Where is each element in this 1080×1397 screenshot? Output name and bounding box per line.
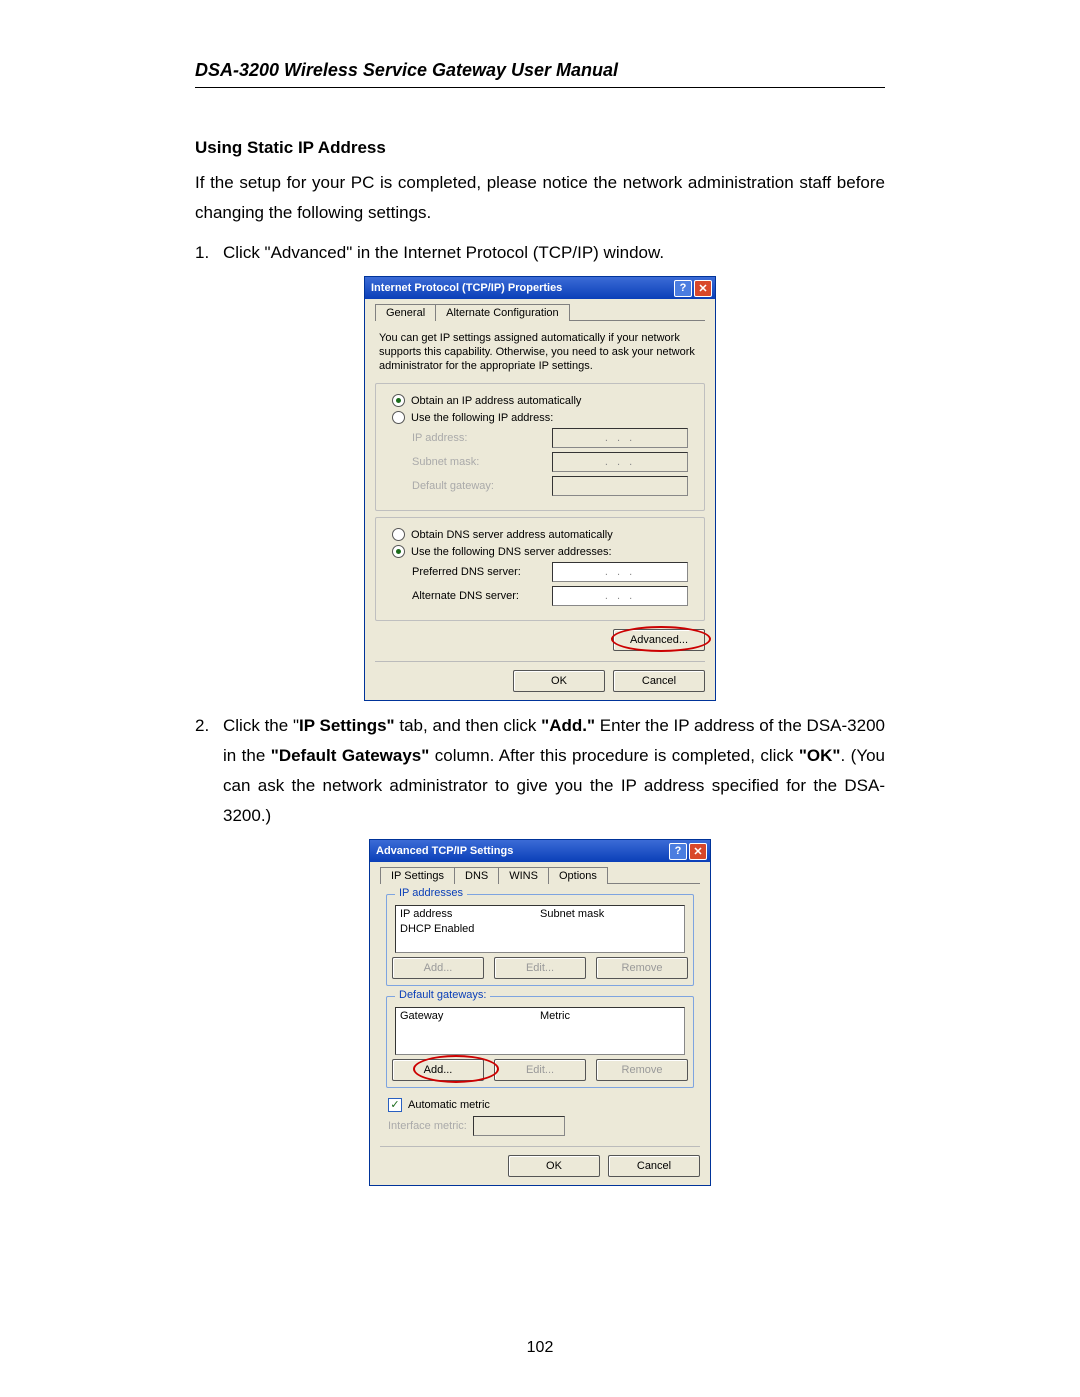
ip-address-label: IP address: (412, 432, 552, 444)
col-gateway: Gateway (400, 1010, 540, 1022)
dlg1-title: Internet Protocol (TCP/IP) Properties (371, 282, 562, 294)
ip-addresses-legend: IP addresses (395, 887, 467, 899)
col-metric: Metric (540, 1010, 680, 1022)
step-list: 1. Click "Advanced" in the Internet Prot… (195, 238, 885, 1186)
preferred-dns-field: Preferred DNS server: . . . (412, 562, 688, 582)
radio-use-following-dns-label: Use the following DNS server addresses: (411, 546, 612, 558)
radio-use-following-ip[interactable]: Use the following IP address: (392, 411, 688, 424)
ip-addresses-list-header: IP address Subnet mask (396, 906, 684, 922)
gateway-add-button[interactable]: Add... (392, 1059, 484, 1081)
step-1-text: Click "Advanced" in the Internet Protoco… (223, 238, 885, 268)
alternate-dns-label: Alternate DNS server: (412, 590, 552, 602)
default-gateway-label: Default gateway: (412, 480, 552, 492)
subnet-mask-input: . . . (552, 452, 688, 472)
default-gateways-group: Default gateways: Gateway Metric Add... … (386, 996, 694, 1088)
step-2-number: 2. (195, 711, 223, 831)
col-subnet-mask: Subnet mask (540, 908, 680, 920)
step-2-text-1: Click the " (223, 716, 299, 735)
close-icon[interactable]: ✕ (694, 280, 712, 297)
dlg1-tabs: General Alternate Configuration (375, 303, 705, 321)
dlg2-title-bar: Advanced TCP/IP Settings ? ✕ (370, 840, 710, 862)
radio-icon (392, 411, 405, 424)
default-gateways-list[interactable]: Gateway Metric (395, 1007, 685, 1055)
interface-metric-input (473, 1116, 565, 1136)
advanced-button[interactable]: Advanced... (613, 629, 705, 651)
tab-dns[interactable]: DNS (454, 867, 499, 884)
interface-metric-label: Interface metric: (388, 1120, 467, 1132)
step-2-bold-4: "OK" (799, 746, 841, 765)
automatic-metric-label: Automatic metric (408, 1099, 490, 1111)
page-header-title: DSA-3200 Wireless Service Gateway User M… (195, 60, 885, 81)
section-heading: Using Static IP Address (195, 138, 885, 158)
default-gateway-input (552, 476, 688, 496)
gateway-edit-button: Edit... (494, 1059, 586, 1081)
radio-icon-selected (392, 394, 405, 407)
tab-wins[interactable]: WINS (498, 867, 549, 884)
header-rule (195, 87, 885, 88)
step-2-bold-2: "Add." (541, 716, 595, 735)
radio-obtain-ip-auto[interactable]: Obtain an IP address automatically (392, 394, 688, 407)
ip-add-button: Add... (392, 957, 484, 979)
tab-alternate-configuration[interactable]: Alternate Configuration (435, 304, 570, 321)
cancel-button[interactable]: Cancel (608, 1155, 700, 1177)
automatic-metric-row[interactable]: ✓ Automatic metric (388, 1098, 692, 1112)
ip-edit-button: Edit... (494, 957, 586, 979)
dlg1-title-bar: Internet Protocol (TCP/IP) Properties ? … (365, 277, 715, 299)
radio-use-following-ip-label: Use the following IP address: (411, 412, 553, 424)
dlg1-help-text: You can get IP settings assigned automat… (379, 331, 701, 373)
interface-metric-row: Interface metric: (388, 1116, 692, 1136)
alternate-dns-field: Alternate DNS server: . . . (412, 586, 688, 606)
step-1-number: 1. (195, 238, 223, 268)
step-2: 2. Click the "IP Settings" tab, and then… (195, 711, 885, 831)
step-2-text: Click the "IP Settings" tab, and then cl… (223, 711, 885, 831)
radio-use-following-dns[interactable]: Use the following DNS server addresses: (392, 545, 688, 558)
preferred-dns-input[interactable]: . . . (552, 562, 688, 582)
step-2-bold-3: "Default Gateways" (271, 746, 430, 765)
radio-icon (392, 528, 405, 541)
step-2-bold-1: IP Settings" (299, 716, 395, 735)
ip-addresses-list[interactable]: IP address Subnet mask DHCP Enabled (395, 905, 685, 953)
close-icon[interactable]: ✕ (689, 843, 707, 860)
preferred-dns-label: Preferred DNS server: (412, 566, 552, 578)
ip-address-input: . . . (552, 428, 688, 448)
cancel-button[interactable]: Cancel (613, 670, 705, 692)
ip-remove-button: Remove (596, 957, 688, 979)
checkbox-icon-checked: ✓ (388, 1098, 402, 1112)
step-2-text-4: column. After this procedure is complete… (429, 746, 799, 765)
step-2-text-2: tab, and then click (395, 716, 542, 735)
tcpip-properties-dialog: Internet Protocol (TCP/IP) Properties ? … (364, 276, 716, 701)
ok-button[interactable]: OK (508, 1155, 600, 1177)
ip-address-field: IP address: . . . (412, 428, 688, 448)
dlg2-title: Advanced TCP/IP Settings (376, 845, 513, 857)
col-ip-address: IP address (400, 908, 540, 920)
default-gateways-legend: Default gateways: (395, 989, 490, 1001)
radio-obtain-ip-auto-label: Obtain an IP address automatically (411, 395, 581, 407)
tab-options[interactable]: Options (548, 867, 608, 884)
ok-button[interactable]: OK (513, 670, 605, 692)
document-page: DSA-3200 Wireless Service Gateway User M… (0, 0, 1080, 1397)
radio-obtain-dns-auto[interactable]: Obtain DNS server address automatically (392, 528, 688, 541)
radio-icon-selected (392, 545, 405, 558)
ip-addresses-row-dhcp: DHCP Enabled (396, 922, 684, 936)
intro-paragraph: If the setup for your PC is completed, p… (195, 168, 885, 228)
gateway-remove-button: Remove (596, 1059, 688, 1081)
alternate-dns-input[interactable]: . . . (552, 586, 688, 606)
tab-general[interactable]: General (375, 304, 436, 321)
ip-addresses-group: IP addresses IP address Subnet mask DHCP… (386, 894, 694, 986)
tab-ip-settings[interactable]: IP Settings (380, 867, 455, 884)
default-gateway-field: Default gateway: (412, 476, 688, 496)
help-icon[interactable]: ? (669, 843, 687, 860)
dlg2-tabs: IP Settings DNS WINS Options (380, 866, 700, 884)
help-icon[interactable]: ? (674, 280, 692, 297)
step-1: 1. Click "Advanced" in the Internet Prot… (195, 238, 885, 268)
page-number: 102 (0, 1339, 1080, 1357)
default-gateways-list-header: Gateway Metric (396, 1008, 684, 1024)
subnet-mask-field: Subnet mask: . . . (412, 452, 688, 472)
subnet-mask-label: Subnet mask: (412, 456, 552, 468)
advanced-tcpip-settings-dialog: Advanced TCP/IP Settings ? ✕ IP Settings… (369, 839, 711, 1186)
radio-obtain-dns-auto-label: Obtain DNS server address automatically (411, 529, 613, 541)
